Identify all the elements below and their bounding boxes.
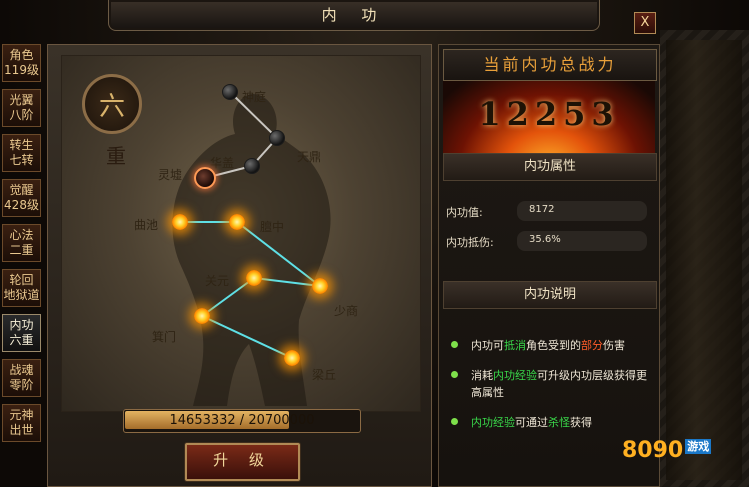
attribute-label: 内功抵伤: xyxy=(446,236,494,249)
sidebar-tab-label: 七转 xyxy=(9,153,34,167)
meridian-node[interactable] xyxy=(284,350,300,366)
sidebar-tab-5[interactable]: 轮回 地狱道 xyxy=(2,269,41,307)
sidebar-tab-label: 地狱道 xyxy=(3,288,40,302)
sidebar-tab-6[interactable]: 内功 六重 xyxy=(2,314,41,352)
meridian-panel: 六 重 神庭 天鼎 华盖 灵墟 曲池 膻中 关元 少商 箕门 梁丘 14653332 / 2070… xyxy=(47,44,432,487)
meridian-link xyxy=(201,315,293,359)
meridian-node[interactable] xyxy=(172,214,188,230)
description-header: 内功说明 xyxy=(443,281,657,309)
upgrade-button[interactable]: 升 级 xyxy=(185,443,300,481)
bullet-icon xyxy=(451,418,458,425)
sidebar-tab-label: 零阶 xyxy=(9,378,34,392)
game-window: 内 功 X 角色 119级 光翼 八阶 转生 七转 觉醒 428级 心法 二重 轮回 地狱道 内功 六重战… xyxy=(0,0,749,487)
power-title: 当前内功总战力 xyxy=(443,49,657,81)
sidebar-tab-label: 轮回 xyxy=(9,273,34,287)
bullet-icon xyxy=(451,371,458,378)
sidebar-tab-8[interactable]: 元神 出世 xyxy=(2,404,41,442)
description-item: 消耗内功经验可升级内功层级获得更高属性 xyxy=(451,367,651,401)
right-decoration xyxy=(660,30,749,487)
sidebar-tab-label: 角色 xyxy=(9,48,34,62)
description-item: 内功经验可通过杀怪获得 xyxy=(451,414,651,431)
sidebar-tab-label: 二重 xyxy=(9,243,34,257)
sidebar-tab-7[interactable]: 战魂 零阶 xyxy=(2,359,41,397)
meridian-node-label: 梁丘 xyxy=(312,368,337,382)
power-value: 12253 xyxy=(478,95,620,133)
sidebar-tab-label: 六重 xyxy=(9,333,34,347)
meridian-node[interactable] xyxy=(222,84,238,100)
meridian-map: 六 重 神庭 天鼎 华盖 灵墟 曲池 膻中 关元 少商 箕门 梁丘 xyxy=(61,55,421,412)
sidebar-tab-label: 119级 xyxy=(4,63,39,77)
sidebar-tab-label: 内功 xyxy=(9,318,34,332)
sidebar-tab-label: 八阶 xyxy=(9,108,34,122)
meridian-node[interactable] xyxy=(269,130,285,146)
sidebar-tab-0[interactable]: 角色 119级 xyxy=(2,44,41,82)
title-bar: 内 功 xyxy=(108,0,600,31)
attribute-value: 35.6% xyxy=(529,234,561,245)
attributes-header: 内功属性 xyxy=(443,153,657,181)
sidebar-tab-4[interactable]: 心法 二重 xyxy=(2,224,41,262)
sidebar-tab-2[interactable]: 转生 七转 xyxy=(2,134,41,172)
sidebar-tab-label: 元神 xyxy=(9,408,34,422)
attribute-value: 8172 xyxy=(529,204,555,215)
meridian-node-label: 神庭 xyxy=(242,90,267,104)
meridian-node-label: 天鼎 xyxy=(297,150,322,164)
sidebar-tab-label: 428级 xyxy=(4,198,39,212)
site-logo: 8090 游戏 xyxy=(622,438,712,463)
meridian-links xyxy=(180,91,321,359)
meridian-node-label: 膻中 xyxy=(260,220,285,234)
meridian-node[interactable] xyxy=(312,278,328,294)
sidebar-tab-label: 心法 xyxy=(9,228,34,242)
sidebar-tab-label: 转生 xyxy=(9,138,34,152)
sidebar-tab-3[interactable]: 觉醒 428级 xyxy=(2,179,41,217)
meridian-node-label: 曲池 xyxy=(134,218,159,232)
meridian-node[interactable] xyxy=(246,270,262,286)
description-item: 内功可抵消角色受到的部分伤害 xyxy=(451,337,651,354)
meridian-node[interactable] xyxy=(194,167,216,189)
exp-progress-text: 14653332 / 20700000 xyxy=(169,413,315,428)
attribute-label: 内功值: xyxy=(446,206,483,219)
meridian-node[interactable] xyxy=(229,214,245,230)
power-display: 12253 xyxy=(443,81,655,153)
window-title: 内 功 xyxy=(321,6,387,24)
meridian-node[interactable] xyxy=(244,158,260,174)
meridian-node-label: 少商 xyxy=(334,304,359,318)
meridian-node-label: 关元 xyxy=(205,274,230,288)
attribute-row: 内功值: 8172 xyxy=(443,201,647,221)
sidebar-tab-label: 光翼 xyxy=(9,93,34,107)
meridian-node[interactable] xyxy=(194,308,210,324)
meridian-node-label: 华盖 xyxy=(210,156,235,170)
sidebar-tab-1[interactable]: 光翼 八阶 xyxy=(2,89,41,127)
exp-progress-bar: 14653332 / 20700000 xyxy=(123,409,361,433)
info-panel: 当前内功总战力 12253 内功属性 内功值: 8172 内功抵伤: 35.6% 内功… xyxy=(438,44,660,487)
bullet-icon xyxy=(451,341,458,348)
sidebar-tab-label: 战魂 xyxy=(9,363,34,377)
sidebar-tab-label: 觉醒 xyxy=(9,183,34,197)
attribute-row: 内功抵伤: 35.6% xyxy=(443,231,647,251)
meridian-node-label: 箕门 xyxy=(152,330,177,344)
sidebar-tab-label: 出世 xyxy=(9,423,34,437)
close-button[interactable]: X xyxy=(634,12,656,34)
meridian-node-label: 灵墟 xyxy=(158,168,183,182)
